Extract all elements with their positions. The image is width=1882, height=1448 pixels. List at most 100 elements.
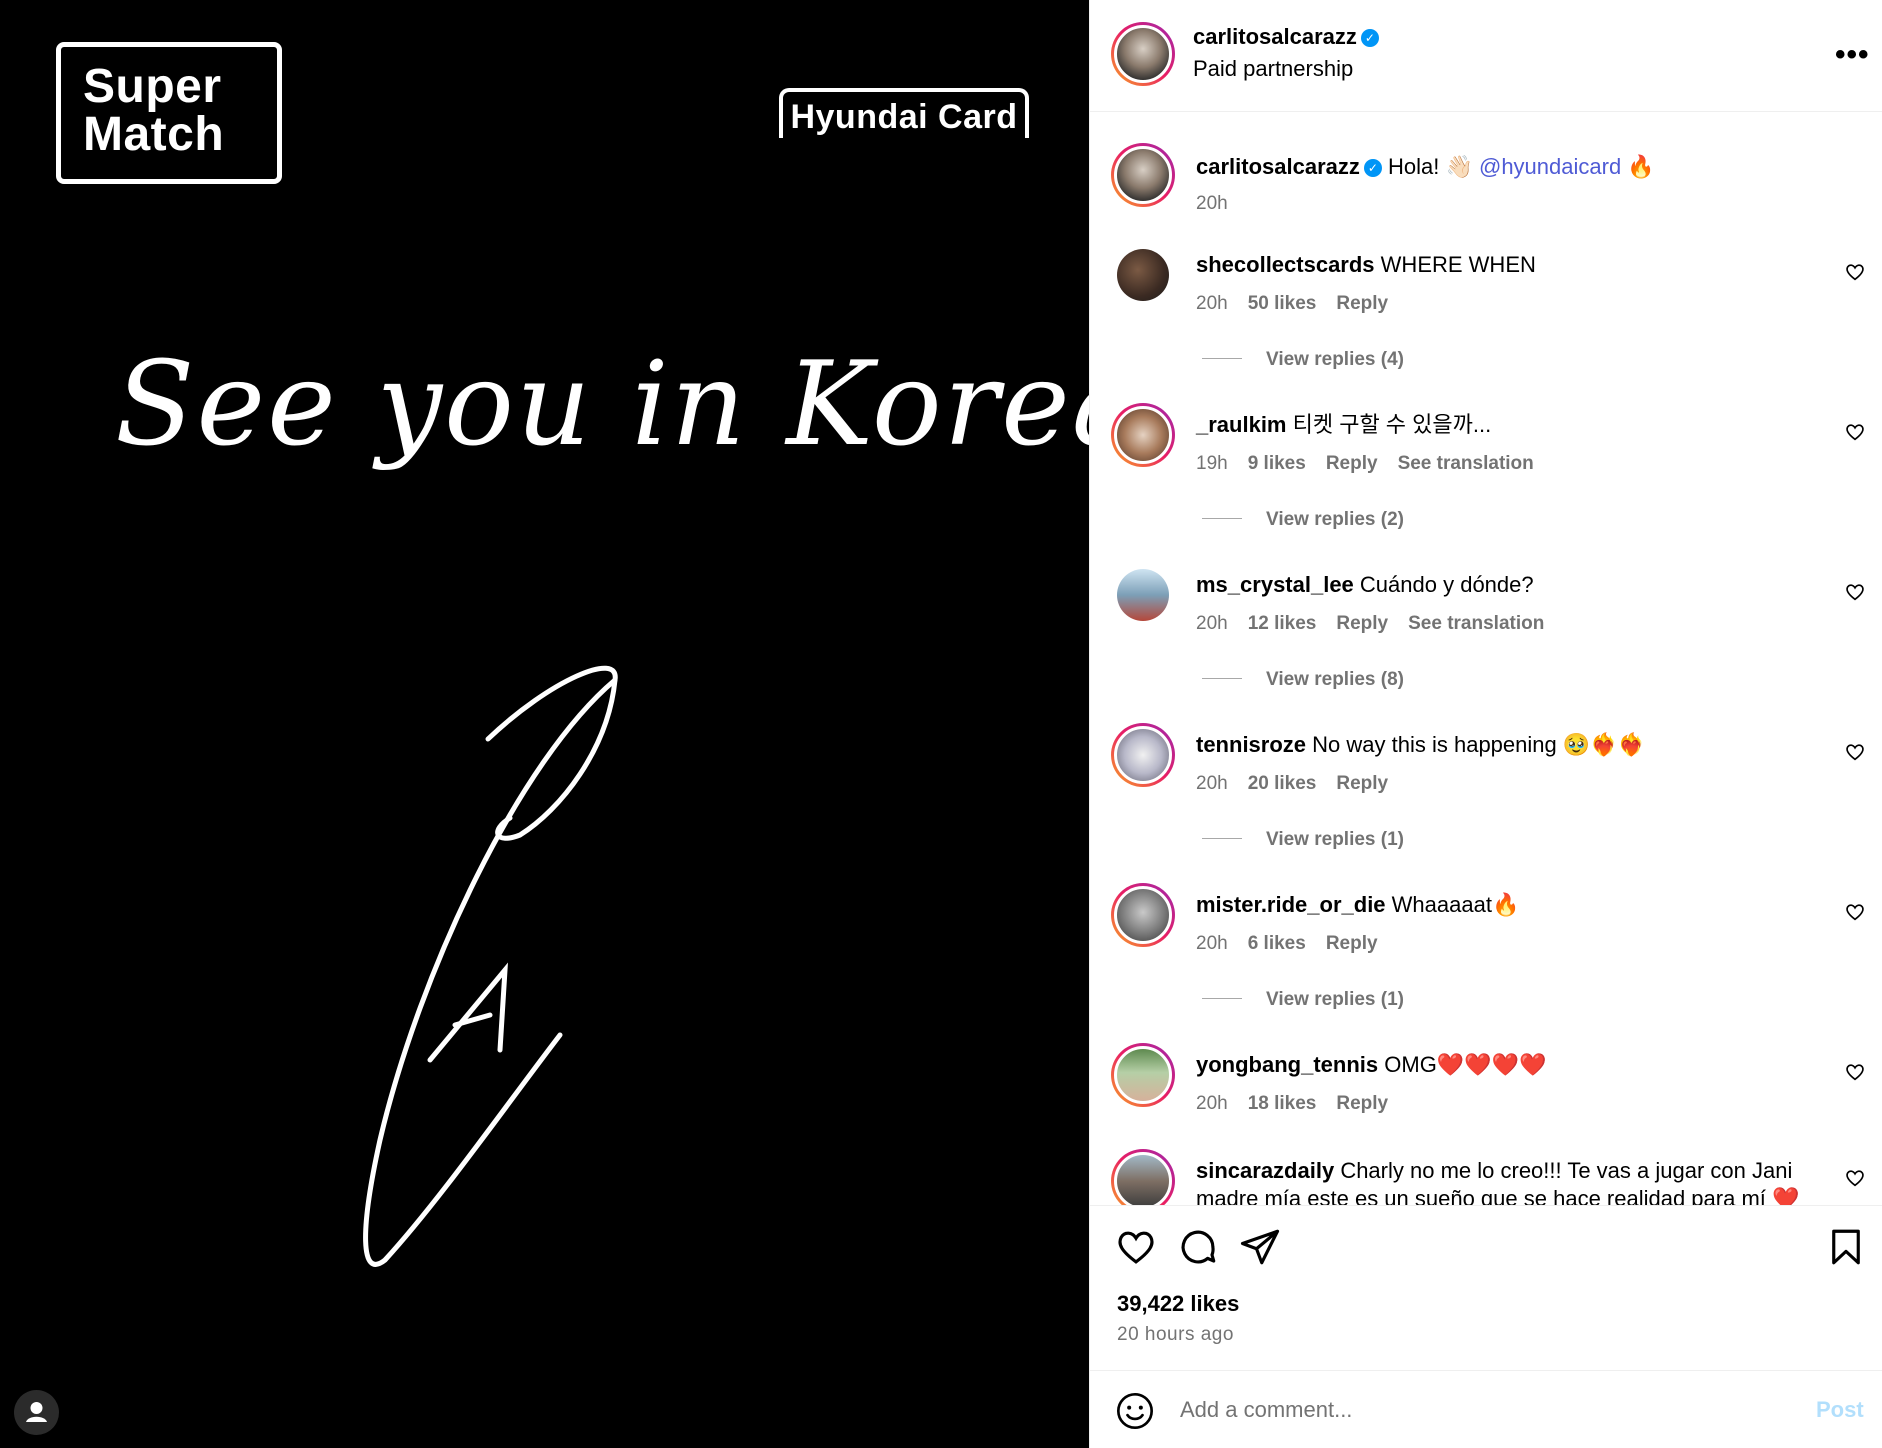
comment-body: Charly no me lo creo!!! Te vas a jugar c… [1340,1158,1793,1183]
avatar[interactable] [1111,143,1175,207]
avatar[interactable] [1111,1043,1175,1107]
comment-body: No way this is happening 🥹❤️‍🔥❤️‍🔥 [1312,732,1646,757]
username[interactable]: _raulkim [1196,412,1287,437]
paid-partnership-label[interactable]: Paid partnership [1193,56,1353,82]
heart-icon[interactable] [1844,1167,1866,1189]
caption-meta: 20h [1196,193,1248,215]
reply-button[interactable]: Reply [1336,773,1388,794]
hyundai-card-badge: Hyundai Card [779,88,1029,138]
username[interactable]: carlitosalcarazz [1193,24,1357,49]
heart-icon[interactable] [1844,1061,1866,1083]
comment-icon[interactable] [1177,1226,1219,1268]
view-replies-button[interactable]: View replies (8) [1202,669,1404,691]
timestamp: 20h [1196,613,1228,634]
comment-text-continued: madre mía este es un sueño que se hace r… [1196,1186,1800,1205]
see-translation-button[interactable]: See translation [1398,453,1534,474]
comment-text: mister.ride_or_die Whaaaaat🔥 [1196,891,1519,919]
signature-graphic [363,665,618,1267]
heart-icon[interactable] [1844,901,1866,923]
heart-icon[interactable] [1115,1226,1157,1268]
view-replies-button[interactable]: View replies (1) [1202,829,1404,851]
post-sidebar: carlitosalcarazz ✓ Paid partnership ••• c… [1089,0,1882,1448]
comment-text: tennisroze No way this is happening 🥹❤️‍… [1196,731,1645,759]
reply-button[interactable]: Reply [1336,613,1388,634]
comment-meta: 20h 50 likes Reply [1196,293,1408,315]
comment-text: sincarazdaily Charly no me lo creo!!! Te… [1196,1157,1792,1185]
bookmark-icon[interactable] [1825,1226,1867,1268]
comments-list[interactable]: carlitosalcarazz ✓ Hola! 👋🏻 @hyundaicard … [1090,113,1882,1205]
avatar[interactable] [1117,569,1169,621]
comment-body: OMG❤️❤️❤️❤️ [1384,1052,1547,1077]
view-replies-label: View replies (1) [1266,829,1404,850]
comment-text: _raulkim 티켓 구할 수 있을까... [1196,411,1491,439]
user-icon[interactable] [14,1390,59,1435]
comment-meta: 19h 9 likes Reply See translation [1196,453,1554,475]
like-count[interactable]: 20 likes [1248,773,1317,794]
avatar[interactable] [1111,403,1175,467]
username[interactable]: shecollectscards [1196,252,1375,277]
emoji-icon[interactable] [1115,1391,1155,1431]
avatar[interactable] [1111,723,1175,787]
comment-body: WHERE WHEN [1380,252,1536,277]
headline-text: See you in Korea! [115,337,1089,472]
comment-meta: 20h 12 likes Reply See translation [1196,613,1564,635]
timestamp: 20h [1196,293,1228,314]
timestamp: 20h [1196,1093,1228,1114]
comment-input[interactable] [1180,1393,1740,1427]
view-replies-button[interactable]: View replies (4) [1202,349,1404,371]
avatar[interactable] [1111,883,1175,947]
avatar[interactable] [1111,22,1175,86]
post-header: carlitosalcarazz ✓ Paid partnership ••• [1090,0,1882,112]
view-replies-button[interactable]: View replies (2) [1202,509,1404,531]
view-replies-label: View replies (1) [1266,989,1404,1010]
super-match-logo: Super Match [56,42,282,184]
comment-text: yongbang_tennis OMG❤️❤️❤️❤️ [1196,1051,1546,1079]
heart-icon[interactable] [1844,421,1866,443]
like-count[interactable]: 39,422 likes [1117,1291,1239,1317]
logo-line2: Match [83,108,225,161]
more-icon[interactable]: ••• [1835,38,1870,72]
comment-meta: 20h 6 likes Reply [1196,933,1398,955]
reply-button[interactable]: Reply [1326,453,1378,474]
post-author[interactable]: carlitosalcarazz ✓ [1193,24,1379,50]
heart-icon[interactable] [1844,741,1866,763]
view-replies-button[interactable]: View replies (1) [1202,989,1404,1011]
view-replies-label: View replies (4) [1266,349,1404,370]
heart-icon[interactable] [1844,581,1866,603]
caption-emoji: 🔥 [1621,154,1655,179]
caption-body: Hola! 👋🏻 [1388,154,1479,179]
username[interactable]: mister.ride_or_die [1196,892,1386,917]
view-replies-label: View replies (2) [1266,509,1404,530]
comment-body: Cuándo y dónde? [1359,572,1534,597]
post-button[interactable]: Post [1816,1397,1864,1423]
comment-meta: 20h 18 likes Reply [1196,1093,1408,1115]
share-icon[interactable] [1239,1226,1281,1268]
verified-icon: ✓ [1363,159,1382,177]
reply-button[interactable]: Reply [1336,293,1388,314]
comment-meta: 20h 20 likes Reply [1196,773,1408,795]
heart-icon[interactable] [1844,261,1866,283]
like-count[interactable]: 6 likes [1248,933,1306,954]
like-count[interactable]: 50 likes [1248,293,1317,314]
comment-body: Whaaaaat🔥 [1391,892,1520,917]
reply-button[interactable]: Reply [1326,933,1378,954]
comment-text: shecollectscards WHERE WHEN [1196,251,1536,279]
like-count[interactable]: 9 likes [1248,453,1306,474]
see-translation-button[interactable]: See translation [1408,613,1544,634]
like-count[interactable]: 18 likes [1248,1093,1317,1114]
caption-text: carlitosalcarazz ✓ Hola! 👋🏻 @hyundaicard … [1196,153,1655,181]
username[interactable]: ms_crystal_lee [1196,572,1354,597]
username[interactable]: tennisroze [1196,732,1306,757]
timestamp: 20h [1196,773,1228,794]
like-count[interactable]: 12 likes [1248,613,1317,634]
avatar[interactable] [1117,249,1169,301]
username[interactable]: sincarazdaily [1196,1158,1334,1183]
reply-button[interactable]: Reply [1336,1093,1388,1114]
avatar[interactable] [1111,1149,1175,1205]
post-image[interactable]: Super Match Hyundai Card See you in Kore… [0,0,1089,1448]
logo-line1: Super [83,60,222,113]
username[interactable]: yongbang_tennis [1196,1052,1378,1077]
mention-link[interactable]: @hyundaicard [1479,154,1621,179]
view-replies-label: View replies (8) [1266,669,1404,690]
username[interactable]: carlitosalcarazz [1196,154,1360,179]
